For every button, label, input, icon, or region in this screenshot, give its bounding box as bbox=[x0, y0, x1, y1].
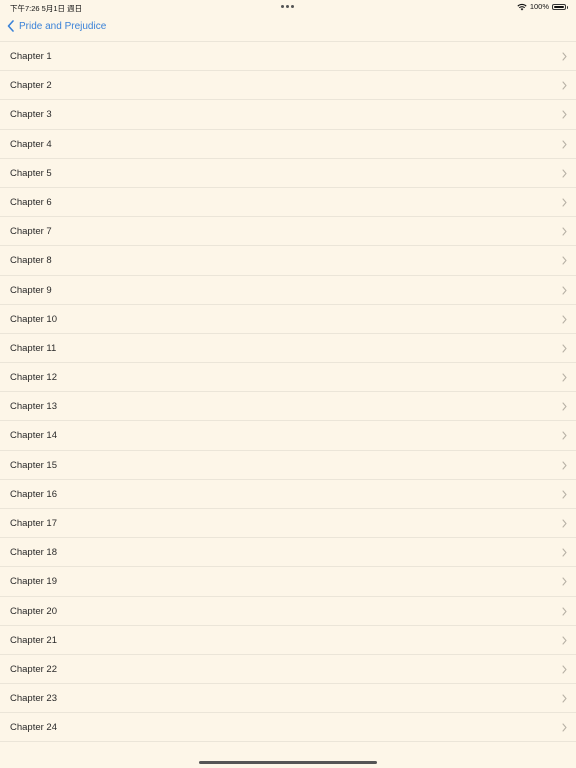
chapter-label: Chapter 11 bbox=[10, 342, 57, 354]
chapter-row[interactable]: Chapter 8 bbox=[0, 245, 576, 274]
chapter-row[interactable]: Chapter 15 bbox=[0, 449, 576, 479]
chevron-right-icon bbox=[562, 402, 567, 411]
chapter-row[interactable]: Chapter 21 bbox=[0, 624, 576, 654]
status-bar: 下午7:26 5月1日 週日 100% bbox=[0, 0, 576, 14]
chevron-right-icon bbox=[562, 373, 567, 382]
chevron-right-icon bbox=[562, 169, 567, 178]
back-button[interactable]: Pride and Prejudice bbox=[7, 20, 106, 32]
chapter-label: Chapter 6 bbox=[10, 196, 52, 208]
chevron-right-icon bbox=[562, 110, 567, 119]
chevron-right-icon bbox=[562, 431, 567, 440]
battery-icon bbox=[552, 3, 568, 10]
chevron-right-icon bbox=[562, 636, 567, 645]
chevron-left-icon bbox=[7, 20, 14, 32]
chevron-right-icon bbox=[562, 665, 567, 674]
chapter-row[interactable]: Chapter 4 bbox=[0, 128, 576, 158]
chapter-row[interactable]: Chapter 23 bbox=[0, 683, 576, 712]
chevron-right-icon bbox=[562, 52, 567, 61]
chapter-label: Chapter 13 bbox=[10, 401, 58, 413]
chapter-row[interactable]: Chapter 1 bbox=[0, 41, 576, 70]
chevron-right-icon bbox=[562, 723, 567, 732]
wifi-icon bbox=[517, 3, 527, 10]
chapter-row[interactable]: Chapter 9 bbox=[0, 274, 576, 304]
chapter-label: Chapter 3 bbox=[10, 109, 52, 121]
status-indicators: 100% bbox=[517, 2, 568, 11]
chapter-row[interactable]: Chapter 17 bbox=[0, 508, 576, 537]
chapter-label: Chapter 2 bbox=[10, 80, 52, 92]
chapter-row[interactable]: Chapter 3 bbox=[0, 99, 576, 128]
chevron-right-icon bbox=[562, 285, 567, 295]
chapter-row[interactable]: Chapter 6 bbox=[0, 186, 576, 216]
chapter-label: Chapter 4 bbox=[10, 138, 52, 150]
multitasking-dots-icon[interactable] bbox=[281, 5, 294, 8]
chapter-row[interactable]: Chapter 14 bbox=[0, 420, 576, 449]
chapter-label: Chapter 16 bbox=[10, 488, 58, 500]
chevron-right-icon bbox=[562, 577, 567, 586]
chapter-label: Chapter 12 bbox=[10, 372, 58, 384]
home-indicator[interactable] bbox=[199, 761, 377, 764]
chapter-row[interactable]: Chapter 22 bbox=[0, 653, 576, 683]
chevron-right-icon bbox=[562, 315, 567, 324]
chevron-right-icon bbox=[562, 490, 567, 499]
chapter-label: Chapter 18 bbox=[10, 547, 58, 559]
status-time: 下午7:26 5月1日 週日 bbox=[10, 4, 83, 13]
chapter-label: Chapter 8 bbox=[10, 255, 52, 267]
chevron-right-icon bbox=[562, 548, 567, 557]
chapter-label: Chapter 1 bbox=[10, 51, 52, 62]
battery-percentage: 100% bbox=[529, 2, 549, 11]
chevron-right-icon bbox=[562, 694, 567, 703]
chevron-right-icon bbox=[562, 198, 567, 207]
chapter-row[interactable]: Chapter 5 bbox=[0, 157, 576, 187]
chapter-label: Chapter 24 bbox=[10, 722, 58, 734]
chapter-label: Chapter 14 bbox=[10, 430, 58, 442]
chevron-right-icon bbox=[562, 519, 567, 528]
chapter-label: Chapter 10 bbox=[10, 313, 58, 325]
back-button-label: Pride and Prejudice bbox=[19, 20, 107, 32]
chevron-right-icon bbox=[562, 256, 567, 265]
chapter-label: Chapter 22 bbox=[10, 663, 58, 675]
chapter-label: Chapter 21 bbox=[10, 634, 58, 646]
chapter-row[interactable]: Chapter 7 bbox=[0, 216, 576, 245]
chapter-label: Chapter 20 bbox=[10, 605, 58, 617]
chapter-row[interactable]: Chapter 11 bbox=[0, 332, 576, 362]
chapter-row[interactable]: Chapter 2 bbox=[0, 70, 576, 99]
chapter-row[interactable]: Chapter 12 bbox=[0, 362, 576, 391]
chapter-row[interactable]: Chapter 13 bbox=[0, 391, 576, 420]
chapter-row[interactable]: Chapter 16 bbox=[0, 478, 576, 508]
chevron-right-icon bbox=[562, 461, 567, 470]
chapter-label: Chapter 5 bbox=[10, 167, 52, 179]
chevron-right-icon bbox=[562, 344, 567, 353]
chapter-row[interactable]: Chapter 19 bbox=[0, 566, 576, 595]
chapter-row[interactable]: Chapter 20 bbox=[0, 595, 576, 625]
chevron-right-icon bbox=[562, 607, 567, 616]
chapter-row[interactable]: Chapter 18 bbox=[0, 537, 576, 566]
chevron-right-icon bbox=[562, 227, 567, 236]
chapter-label: Chapter 7 bbox=[10, 226, 52, 238]
chapter-row[interactable]: Chapter 24 bbox=[0, 712, 576, 742]
chapter-list: Chapter 1 Chapter 2 Chapter 3 Chapter 4 Chap… bbox=[0, 41, 576, 742]
chevron-right-icon bbox=[562, 81, 567, 90]
chapter-label: Chapter 15 bbox=[10, 459, 58, 471]
navigation-bar: Pride and Prejudice bbox=[0, 14, 576, 42]
chapter-label: Chapter 23 bbox=[10, 693, 58, 705]
chapter-row[interactable]: Chapter 10 bbox=[0, 303, 576, 333]
battery-fill bbox=[554, 5, 564, 8]
chapter-label: Chapter 19 bbox=[10, 576, 58, 588]
chapter-label: Chapter 9 bbox=[10, 284, 52, 296]
chevron-right-icon bbox=[562, 140, 567, 149]
chapter-label: Chapter 17 bbox=[10, 518, 58, 529]
